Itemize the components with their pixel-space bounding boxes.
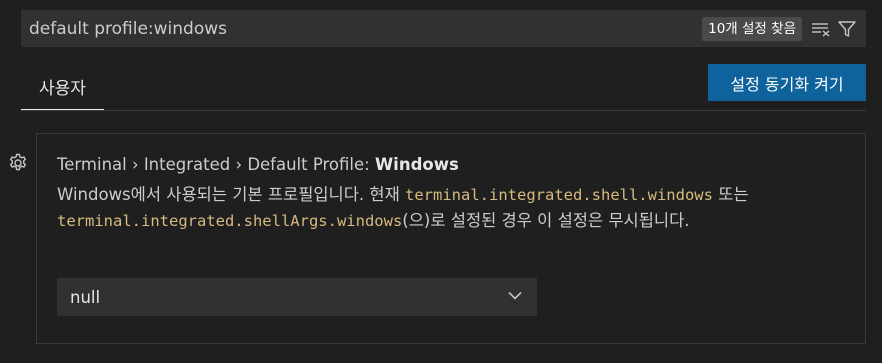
settings-search-bar: 10개 설정 찾음	[21, 10, 866, 47]
description-text-3: (으)로 설정된 경우 이 설정은 무시됩니다.	[402, 211, 690, 230]
clear-filter-icon[interactable]	[808, 16, 834, 42]
description-text-2: 또는	[712, 185, 749, 204]
default-profile-select[interactable]: null	[57, 278, 537, 316]
settings-search-input[interactable]	[21, 10, 703, 47]
setting-description: Windows에서 사용되는 기본 프로필입니다. 현재 terminal.in…	[57, 182, 847, 234]
setting-breadcrumb: Terminal › Integrated › Default Profile:	[57, 155, 375, 174]
tab-user-label: 사용자	[39, 79, 86, 99]
turn-on-settings-sync-button[interactable]: 설정 동기화 켜기	[708, 64, 866, 101]
select-value: null	[70, 287, 101, 307]
filter-icon[interactable]	[834, 16, 860, 42]
setting-link-shell-windows[interactable]: terminal.integrated.shell.windows	[405, 186, 713, 204]
setting-link-shellargs-windows[interactable]: terminal.integrated.shellArgs.windows	[57, 212, 402, 230]
tab-user[interactable]: 사용자	[21, 64, 104, 110]
tab-divider	[21, 110, 866, 111]
setting-name: Windows	[374, 155, 459, 174]
description-text-1: Windows에서 사용되는 기본 프로필입니다. 현재	[57, 185, 406, 204]
setting-item-default-profile-windows: Terminal › Integrated › Default Profile:…	[36, 133, 866, 344]
setting-title: Terminal › Integrated › Default Profile:…	[57, 155, 459, 174]
chevron-down-icon	[506, 286, 524, 308]
results-count-badge: 10개 설정 찾음	[702, 16, 802, 41]
gear-icon[interactable]	[7, 152, 29, 174]
settings-editor: 10개 설정 찾음 사용자 설정 동기화 켜기	[0, 0, 882, 363]
